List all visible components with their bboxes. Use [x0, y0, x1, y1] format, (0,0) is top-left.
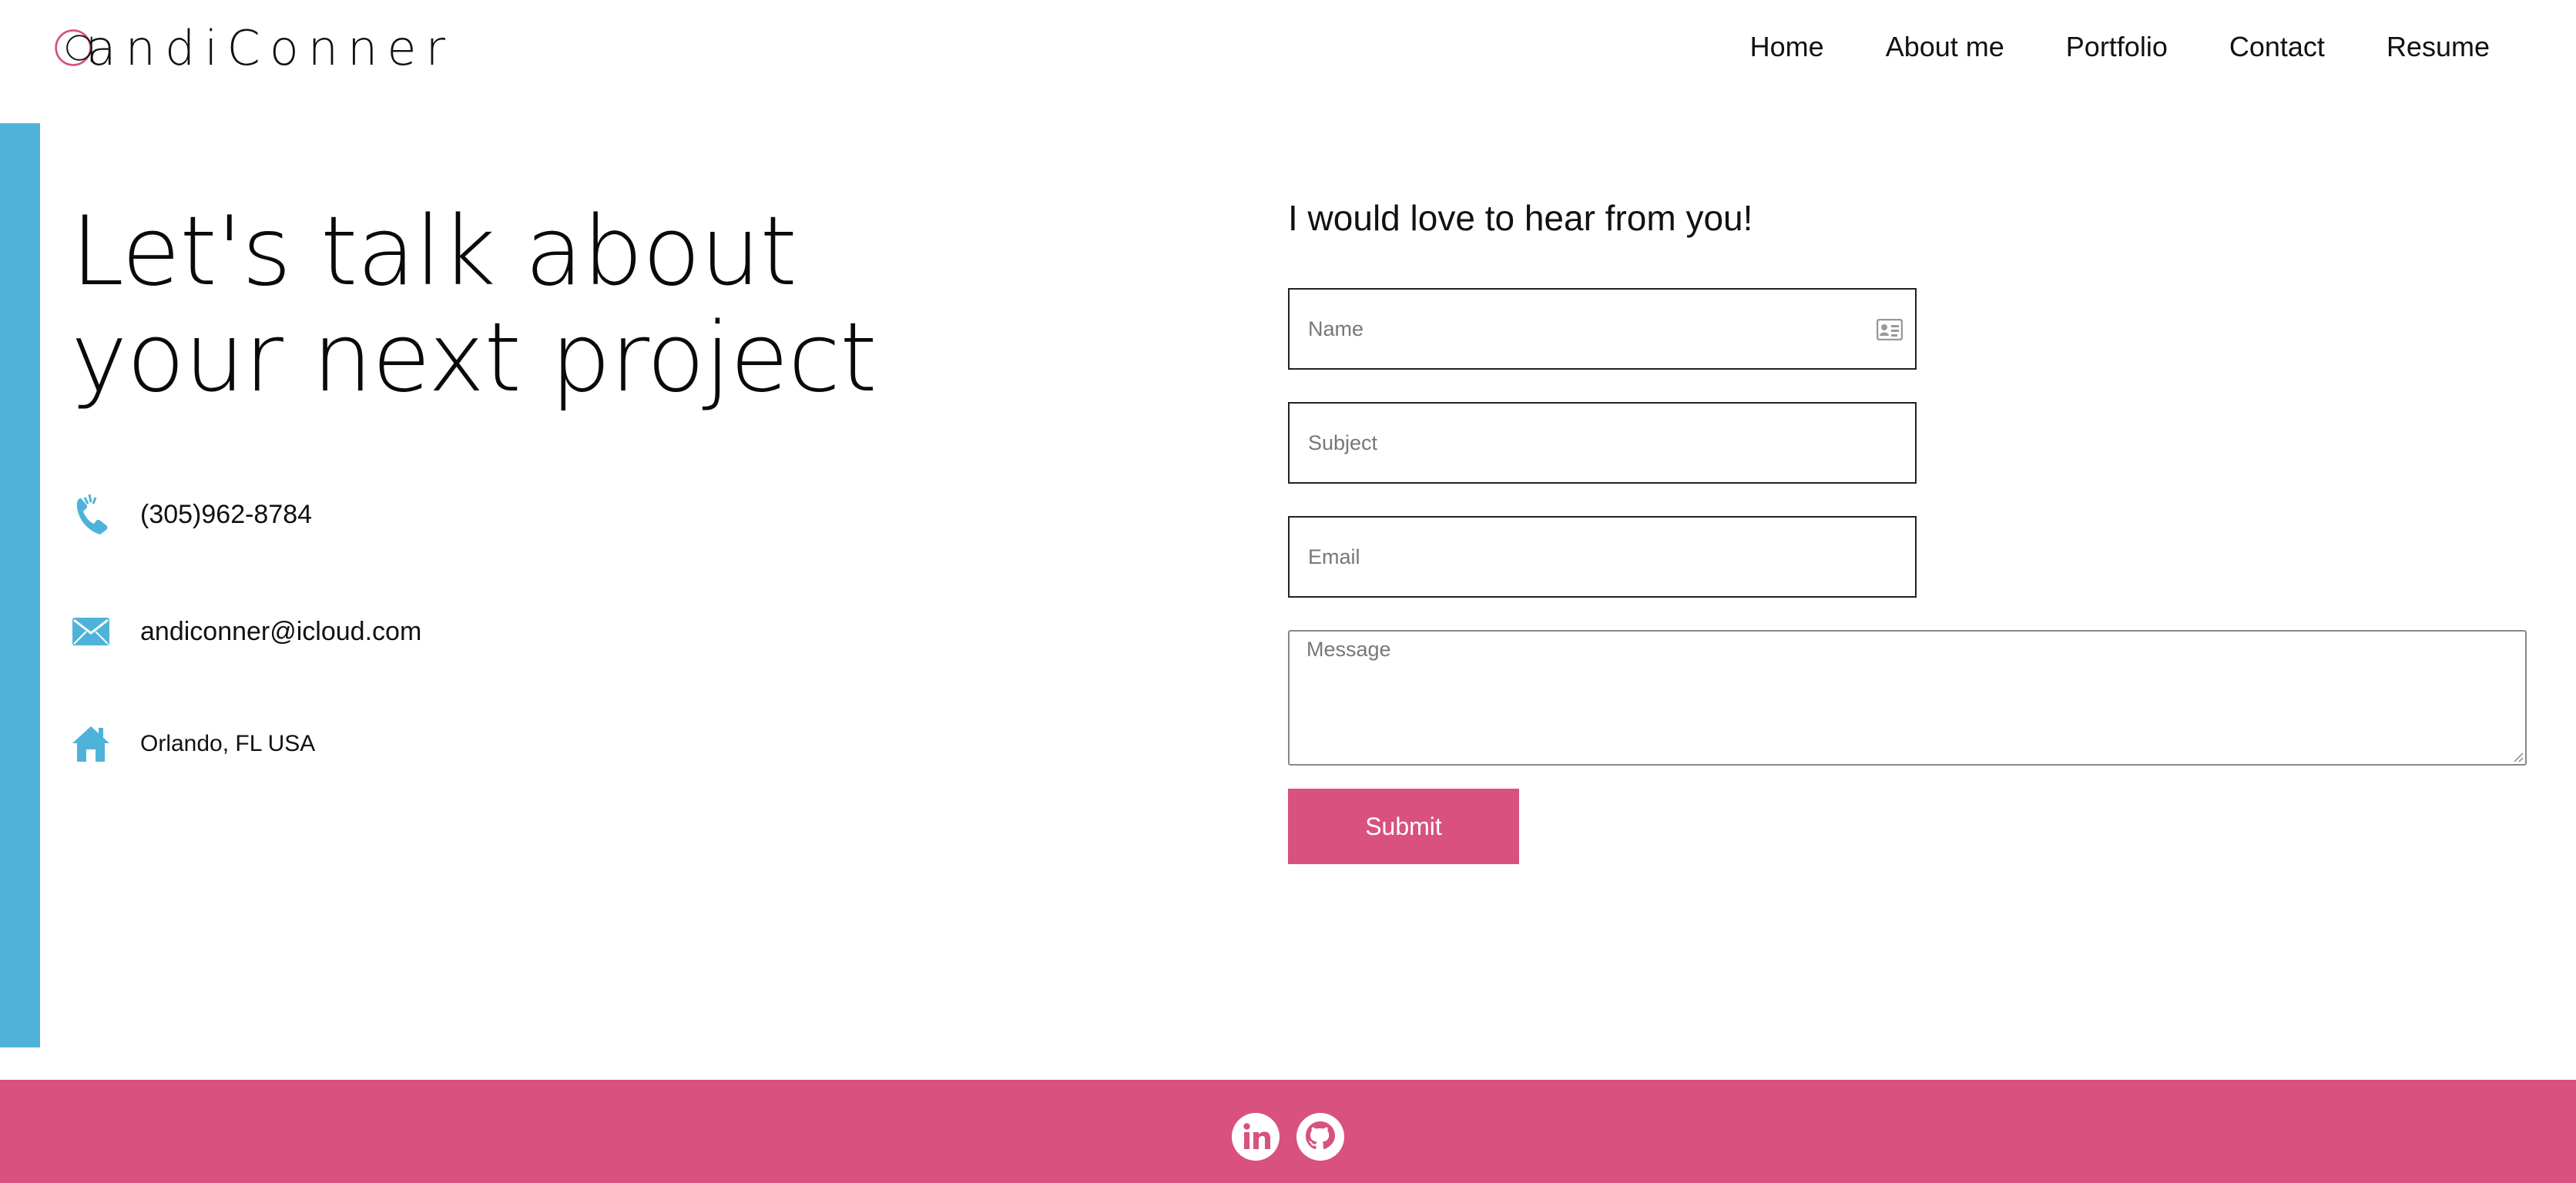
logo-mark-icon	[55, 29, 92, 66]
logo[interactable]: andiConner	[54, 12, 454, 83]
headline-line-1: Let's talk about	[71, 196, 797, 307]
submit-button[interactable]: Submit	[1288, 789, 1519, 864]
nav-contact[interactable]: Contact	[2229, 31, 2325, 63]
email-field[interactable]	[1288, 516, 1917, 598]
resize-grip-icon[interactable]	[2511, 750, 2524, 762]
subject-field[interactable]	[1288, 402, 1917, 484]
home-icon	[71, 721, 111, 767]
github-icon[interactable]	[1296, 1112, 1345, 1161]
name-field[interactable]	[1288, 288, 1917, 370]
logo-text: andiConner	[86, 19, 454, 76]
footer	[0, 1080, 2576, 1183]
message-textarea[interactable]	[1290, 632, 2525, 764]
email-address[interactable]: andiconner@icloud.com	[140, 617, 421, 647]
name-input[interactable]	[1306, 316, 1880, 342]
main-nav: Home About me Portfolio Contact Resume	[1750, 31, 2490, 63]
phone-icon	[71, 491, 111, 538]
nav-about-me[interactable]: About me	[1886, 31, 2004, 63]
form-title: I would love to hear from you!	[1288, 198, 1753, 238]
linkedin-icon[interactable]	[1231, 1112, 1280, 1161]
message-field[interactable]	[1288, 630, 2527, 766]
nav-resume[interactable]: Resume	[2386, 31, 2490, 63]
subject-input[interactable]	[1306, 430, 1880, 456]
page-headline: Let's talk about your next project	[71, 199, 918, 411]
nav-portfolio[interactable]: Portfolio	[2066, 31, 2168, 63]
mail-icon	[71, 608, 111, 655]
phone-row: (305)962-8784	[71, 491, 312, 538]
headline-line-2: your next project	[71, 303, 877, 414]
nav-home[interactable]: Home	[1750, 31, 1824, 63]
phone-number: (305)962-8784	[140, 499, 313, 529]
email-row: andiconner@icloud.com	[71, 608, 421, 655]
email-input[interactable]	[1306, 544, 1880, 570]
contact-card-icon[interactable]	[1877, 319, 1903, 340]
location-row: Orlando, FL USA	[71, 721, 315, 767]
accent-bar	[0, 123, 40, 1047]
location-text: Orlando, FL USA	[140, 731, 316, 756]
